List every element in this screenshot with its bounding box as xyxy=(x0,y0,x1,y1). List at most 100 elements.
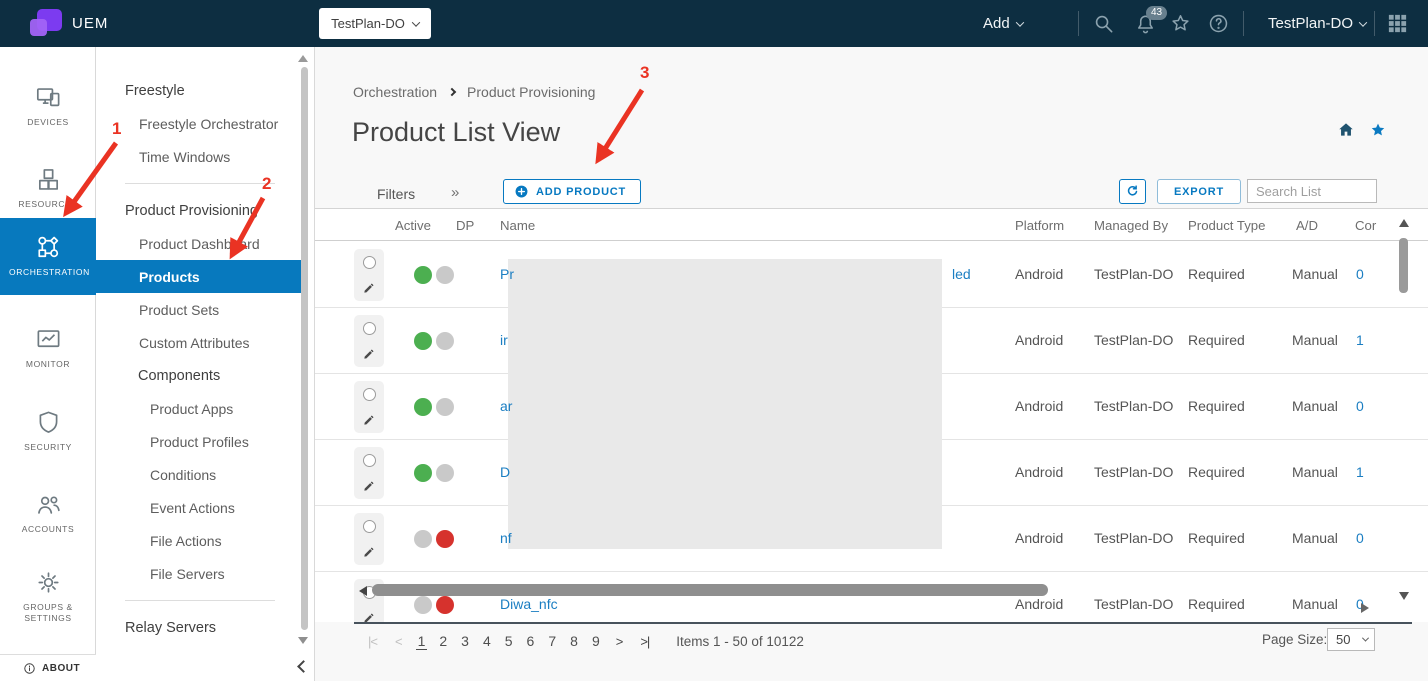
row-select-radio[interactable] xyxy=(363,388,376,401)
column-header-platform[interactable]: Platform xyxy=(1015,218,1064,233)
page-number-6[interactable]: 6 xyxy=(525,633,537,650)
column-header-active[interactable]: Active xyxy=(395,218,431,233)
column-header-product-type[interactable]: Product Type xyxy=(1188,218,1265,233)
table-scroll-down-icon[interactable] xyxy=(1399,592,1409,600)
product-name-link[interactable]: nf xyxy=(500,530,512,546)
menu-item-product-profiles[interactable]: Product Profiles xyxy=(96,425,304,458)
row-select-radio[interactable] xyxy=(363,322,376,335)
add-product-button[interactable]: ADD PRODUCT xyxy=(503,179,641,204)
favorites-star-icon[interactable] xyxy=(1169,12,1192,35)
product-name-link[interactable]: Diwa_nfc xyxy=(500,596,558,612)
refresh-button[interactable] xyxy=(1119,179,1146,204)
menu-item-event-actions[interactable]: Event Actions xyxy=(96,491,304,524)
product-name-link[interactable]: Pr xyxy=(500,266,514,282)
menu-item-components[interactable]: Components xyxy=(96,359,304,392)
managed-by-cell: TestPlan-DO xyxy=(1094,530,1173,546)
page-number-3[interactable]: 3 xyxy=(459,633,471,650)
row-select-radio[interactable] xyxy=(363,256,376,269)
next-page-button[interactable]: > xyxy=(616,634,623,649)
column-header-cor[interactable]: Cor xyxy=(1355,218,1376,233)
page-number-4[interactable]: 4 xyxy=(481,633,493,650)
page-number-8[interactable]: 8 xyxy=(568,633,580,650)
home-icon[interactable] xyxy=(1337,121,1355,139)
sidebar-item-monitor[interactable]: MONITOR xyxy=(0,310,96,387)
compliance-count-link[interactable]: 1 xyxy=(1356,332,1364,348)
sidebar-item-resources[interactable]: RESOURCES xyxy=(0,150,96,227)
prev-page-button[interactable]: < xyxy=(395,634,402,649)
breadcrumb-orchestration[interactable]: Orchestration xyxy=(353,84,437,100)
search-icon[interactable] xyxy=(1092,12,1115,35)
product-name-link-suffix[interactable]: led xyxy=(952,266,971,282)
user-org-dropdown[interactable]: TestPlan-DO xyxy=(1268,15,1366,32)
sidebar-item-security[interactable]: SECURITY xyxy=(0,393,96,470)
help-icon[interactable] xyxy=(1207,12,1230,35)
menu-item-product-dashboard[interactable]: Product Dashboard xyxy=(96,227,304,260)
product-name-link[interactable]: ar xyxy=(500,398,512,414)
menu-item-freestyle-orchestrator[interactable]: Freestyle Orchestrator xyxy=(96,107,304,140)
page-number-5[interactable]: 5 xyxy=(503,633,515,650)
menu-item-freestyle[interactable]: Freestyle xyxy=(96,74,304,107)
menu-item-product-provisioning[interactable]: Product Provisioning xyxy=(96,194,304,227)
table-scroll-right-icon[interactable] xyxy=(1361,603,1369,613)
edit-pencil-icon[interactable] xyxy=(362,347,376,361)
menu-item-relay-servers[interactable]: Relay Servers xyxy=(96,611,304,644)
edit-pencil-icon[interactable] xyxy=(362,281,376,295)
compliance-count-link[interactable]: 0 xyxy=(1356,398,1364,414)
sidebar-item-groups-settings[interactable]: GROUPS & SETTINGS xyxy=(0,558,96,635)
sidebar-item-accounts[interactable]: ACCOUNTS xyxy=(0,475,96,552)
compliance-count-link[interactable]: 0 xyxy=(1356,266,1364,282)
menu-item-products[interactable]: Products xyxy=(96,260,304,293)
breadcrumb-product-provisioning[interactable]: Product Provisioning xyxy=(467,84,595,100)
compliance-count-link[interactable]: 0 xyxy=(1356,530,1364,546)
menu-scroll-down-icon[interactable] xyxy=(298,637,308,644)
search-list-input[interactable] xyxy=(1247,179,1377,203)
page-size-select[interactable]: 50 xyxy=(1327,628,1375,651)
table-scroll-up-icon[interactable] xyxy=(1399,219,1409,227)
add-menu[interactable]: Add xyxy=(983,15,1023,32)
menu-item-file-servers[interactable]: File Servers xyxy=(96,557,304,590)
page-number-7[interactable]: 7 xyxy=(546,633,558,650)
page-number-2[interactable]: 2 xyxy=(437,633,449,650)
product-name-link[interactable]: D xyxy=(500,464,510,480)
first-page-button[interactable]: |< xyxy=(368,634,377,649)
page-number-1[interactable]: 1 xyxy=(416,633,428,650)
table-vscrollbar-thumb[interactable] xyxy=(1399,238,1408,293)
menu-scrollbar-thumb[interactable] xyxy=(301,67,308,630)
column-header-a-d[interactable]: A/D xyxy=(1296,218,1318,233)
row-select-radio[interactable] xyxy=(363,520,376,533)
organization-group-dropdown[interactable]: TestPlan-DO xyxy=(319,8,431,39)
product-type-cell: Required xyxy=(1188,398,1245,414)
column-header-dp[interactable]: DP xyxy=(456,218,474,233)
menu-item-product-apps[interactable]: Product Apps xyxy=(96,392,304,425)
chevron-down-icon xyxy=(1015,18,1023,26)
menu-item-conditions[interactable]: Conditions xyxy=(96,458,304,491)
compliance-count-link[interactable]: 1 xyxy=(1356,464,1364,480)
edit-pencil-icon[interactable] xyxy=(362,545,376,559)
about-label: ABOUT xyxy=(42,663,80,674)
table-scroll-left-icon[interactable] xyxy=(359,586,367,596)
product-name-link[interactable]: ir xyxy=(500,332,508,348)
export-button[interactable]: EXPORT xyxy=(1157,179,1241,204)
edit-pencil-icon[interactable] xyxy=(362,413,376,427)
menu-item-file-actions[interactable]: File Actions xyxy=(96,524,304,557)
filters-button[interactable]: Filters xyxy=(377,186,415,202)
sidebar-item-about[interactable]: ABOUT xyxy=(0,654,96,681)
sidebar-item-orchestration[interactable]: ORCHESTRATION xyxy=(0,218,96,295)
menu-scroll-up-icon[interactable] xyxy=(298,55,308,62)
menu-item-custom-attributes[interactable]: Custom Attributes xyxy=(96,326,304,359)
edit-pencil-icon[interactable] xyxy=(362,479,376,493)
app-grid-icon[interactable] xyxy=(1386,12,1409,35)
menu-item-time-windows[interactable]: Time Windows xyxy=(96,140,304,173)
filters-expand-icon[interactable]: » xyxy=(451,184,459,201)
page-number-9[interactable]: 9 xyxy=(590,633,602,650)
column-header-name[interactable]: Name xyxy=(500,218,535,233)
collapse-menu-icon[interactable] xyxy=(297,660,310,673)
menu-item-product-sets[interactable]: Product Sets xyxy=(96,293,304,326)
edit-pencil-icon[interactable] xyxy=(362,611,376,622)
last-page-button[interactable]: >| xyxy=(640,634,649,649)
row-select-radio[interactable] xyxy=(363,454,376,467)
favorite-page-star-icon[interactable] xyxy=(1369,121,1387,139)
table-hscrollbar-thumb[interactable] xyxy=(372,584,1048,596)
column-header-managed-by[interactable]: Managed By xyxy=(1094,218,1168,233)
sidebar-item-devices[interactable]: DEVICES xyxy=(0,68,96,145)
